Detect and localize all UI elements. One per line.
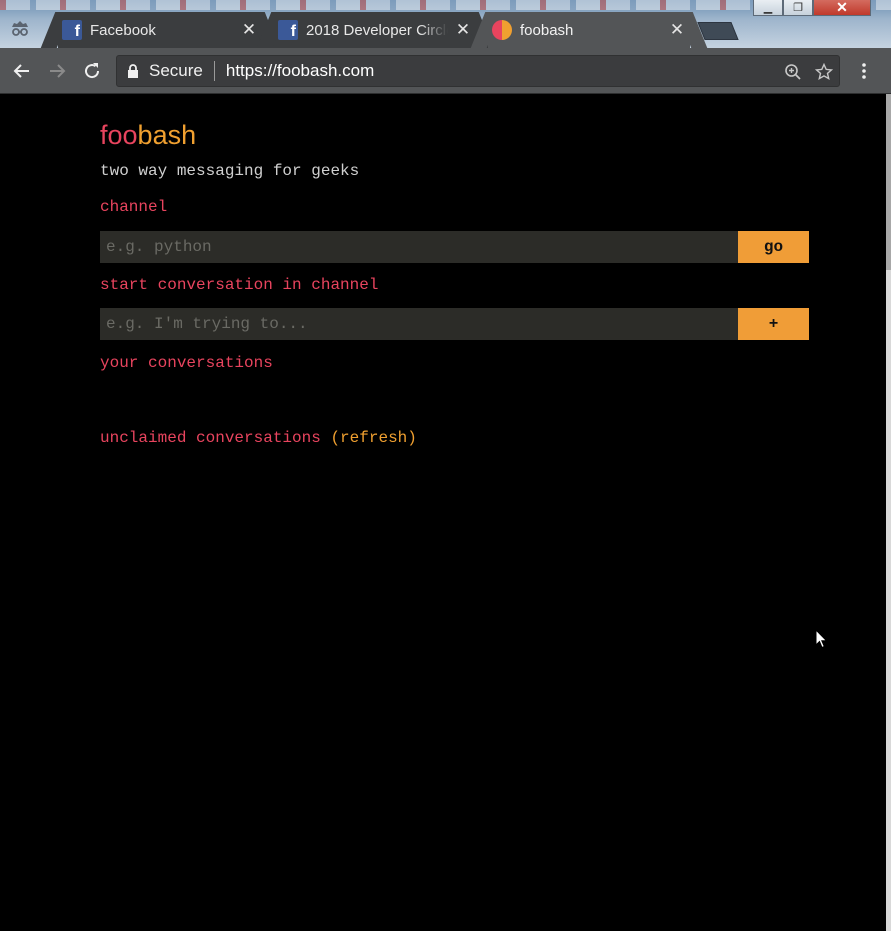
add-conversation-button[interactable]: +: [738, 308, 809, 340]
logo-foo: foo: [100, 120, 138, 150]
unclaimed-conversations-heading: unclaimed conversations (refresh): [100, 429, 417, 447]
incognito-icon: [9, 17, 31, 39]
facebook-icon: f: [278, 20, 298, 40]
window-controls: ▁ ❐ ✕: [753, 0, 871, 16]
reload-icon[interactable]: [80, 59, 104, 83]
maximize-icon[interactable]: ❐: [783, 0, 813, 16]
go-button[interactable]: go: [738, 231, 809, 263]
tab-title: Facebook: [90, 21, 156, 39]
close-tab-icon[interactable]: ✕: [454, 21, 472, 39]
logo-bash: bash: [137, 120, 197, 150]
tab-developer-circle[interactable]: f 2018 Developer Circle ✕: [274, 12, 476, 48]
facebook-icon: f: [62, 20, 82, 40]
window-close-icon[interactable]: ✕: [813, 0, 871, 16]
browser-menu-icon[interactable]: [854, 58, 874, 84]
channel-label: channel: [100, 198, 168, 216]
tab-foobash[interactable]: foobash ✕: [488, 12, 690, 48]
secure-label: Secure: [149, 61, 203, 80]
scrollbar-thumb[interactable]: [886, 94, 891, 270]
new-tab-button[interactable]: [697, 22, 739, 40]
conversation-input[interactable]: [100, 308, 738, 340]
browser-toolbar: Secure https://foobash.com: [0, 48, 891, 94]
lock-icon: [127, 64, 139, 78]
page-viewport: [0, 94, 886, 931]
tab-facebook[interactable]: f Facebook ✕: [58, 12, 262, 48]
start-conversation-label: start conversation in channel: [100, 276, 379, 294]
mouse-cursor-icon: [815, 628, 829, 649]
url-text[interactable]: https://foobash.com: [226, 61, 374, 81]
your-conversations-label: your conversations: [100, 354, 273, 372]
back-icon[interactable]: [10, 59, 34, 83]
foobash-logo: foobash: [100, 120, 196, 151]
zoom-icon[interactable]: [783, 62, 803, 82]
divider: [213, 61, 215, 81]
close-tab-icon[interactable]: ✕: [668, 21, 686, 39]
unclaimed-label: unclaimed conversations: [100, 429, 321, 447]
scrollbar[interactable]: [886, 94, 891, 931]
refresh-link[interactable]: (refresh): [330, 429, 416, 447]
forward-icon[interactable]: [45, 59, 69, 83]
close-tab-icon[interactable]: ✕: [240, 21, 258, 39]
browser-titlebar: f Facebook ✕ f 2018 Developer Circle ✕ f…: [0, 0, 891, 48]
tab-title: foobash: [520, 21, 574, 39]
address-bar[interactable]: Secure https://foobash.com: [116, 55, 840, 87]
tab-title: 2018 Developer Circle: [306, 21, 448, 39]
tagline: two way messaging for geeks: [100, 162, 360, 180]
bookmark-star-icon[interactable]: [814, 62, 834, 82]
channel-input[interactable]: [100, 231, 738, 263]
foobash-icon: [492, 20, 512, 40]
minimize-icon[interactable]: ▁: [753, 0, 783, 16]
